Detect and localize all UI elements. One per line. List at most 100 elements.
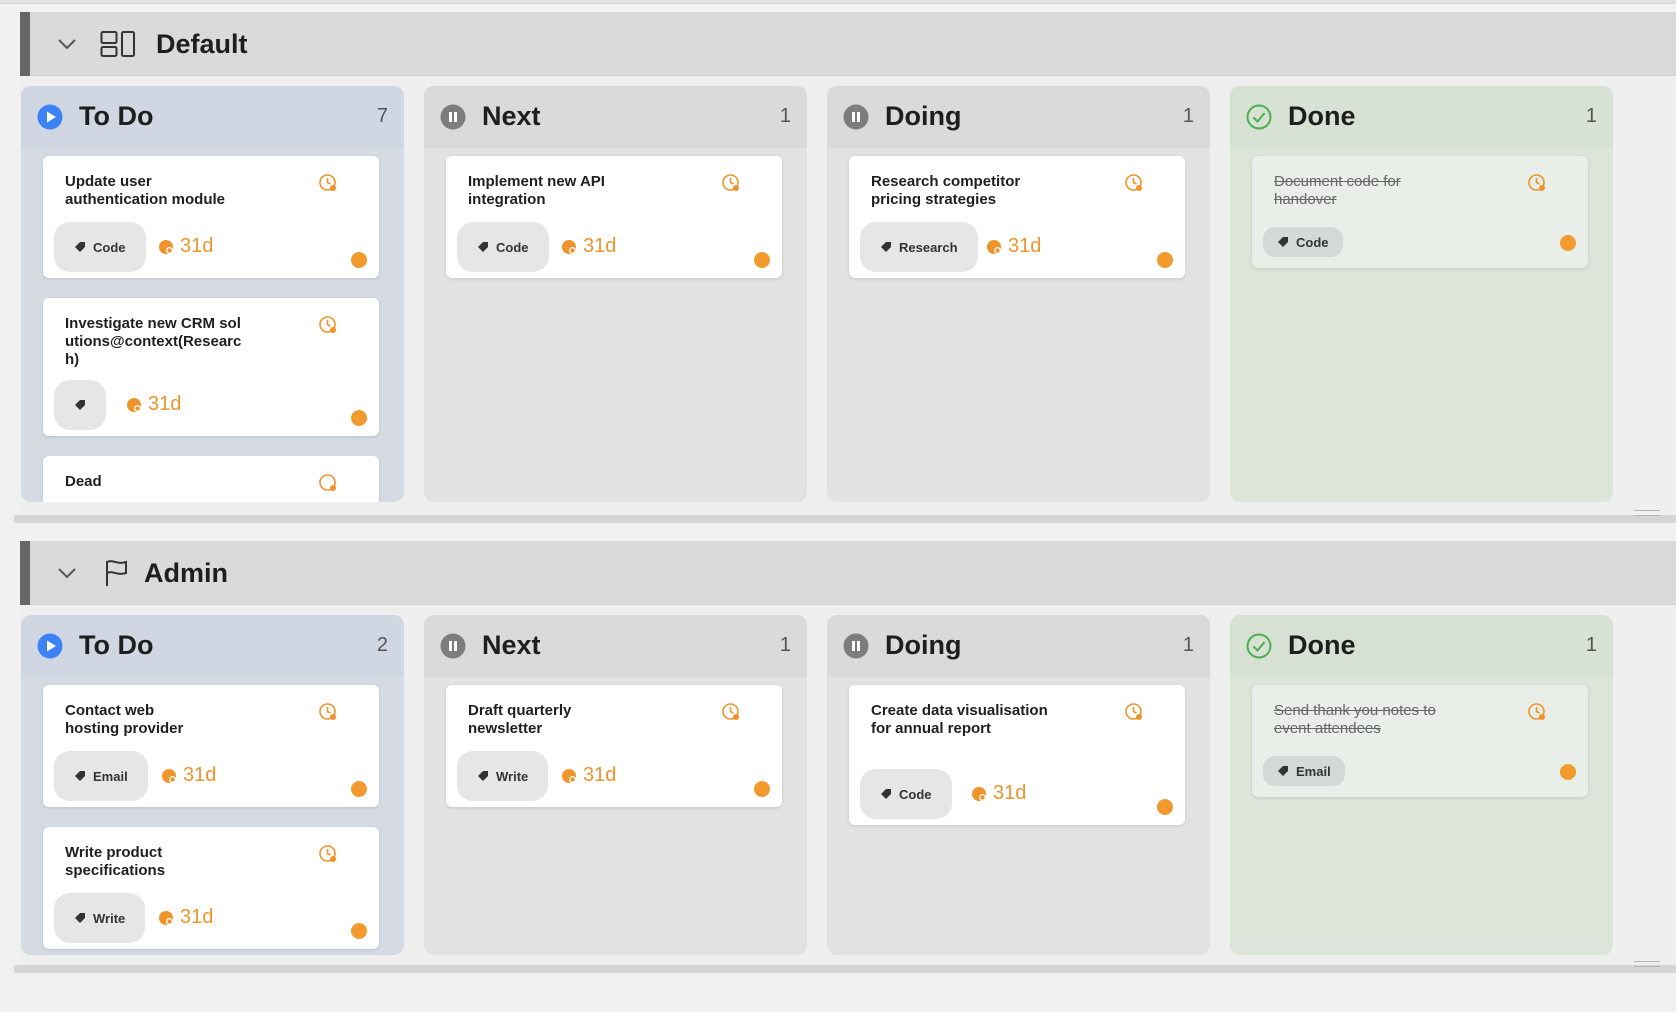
task-card[interactable]: Write product specifications Write 31d xyxy=(43,827,379,949)
tag-chip[interactable]: Email xyxy=(1263,756,1345,786)
tag-chip[interactable]: Code xyxy=(860,769,952,819)
tag-chip[interactable]: Email xyxy=(54,751,148,801)
group-board: To Do 2 Contact web hosting provider Ema… xyxy=(20,605,1676,965)
task-card[interactable]: Implement new API integration Code 31d xyxy=(446,156,782,278)
column-title: Next xyxy=(482,101,541,131)
column-header[interactable]: Doing 1 xyxy=(827,615,1210,677)
tag-label: Write xyxy=(93,910,126,926)
card-title: Update user authentication module xyxy=(65,173,226,208)
due-indicator: 31d xyxy=(161,764,216,787)
column-next: Next 1 Draft quarterly newsletter Write xyxy=(424,615,807,955)
tag-chip[interactable]: Research xyxy=(860,222,978,272)
clock-icon[interactable] xyxy=(721,702,741,722)
card-title: Dead xyxy=(65,473,102,490)
clock-icon[interactable] xyxy=(1124,173,1144,193)
task-card[interactable]: Research competitor pricing strategies R… xyxy=(849,156,1185,278)
clock-icon[interactable] xyxy=(318,702,338,722)
group-header[interactable]: Admin xyxy=(20,541,1676,605)
task-card[interactable]: Dead xyxy=(43,456,379,502)
priority-dot xyxy=(351,781,367,797)
due-indicator: 31d xyxy=(971,782,1026,805)
priority-dot xyxy=(754,781,770,797)
clock-icon[interactable] xyxy=(318,173,338,193)
column-done: Done 1 Document code for handover Code xyxy=(1230,86,1613,502)
priority-dot xyxy=(351,252,367,268)
due-clock-icon xyxy=(159,239,173,254)
group-title: Admin xyxy=(144,558,228,588)
column-todo: To Do 2 Contact web hosting provider Ema… xyxy=(21,615,404,955)
column-count: 1 xyxy=(1585,634,1597,656)
pause-icon xyxy=(843,633,869,659)
card-title: Write product specifications xyxy=(65,844,166,879)
chevron-down-icon[interactable] xyxy=(56,33,78,55)
horizontal-scrollbar[interactable] xyxy=(14,515,1676,523)
due-label: 31d xyxy=(180,906,214,928)
resize-grip[interactable] xyxy=(1634,510,1660,516)
card-title: Document code for handover xyxy=(1274,173,1401,208)
clock-icon[interactable] xyxy=(318,315,338,335)
task-card[interactable]: Send thank you notes to event attendees … xyxy=(1252,685,1588,797)
due-clock-icon xyxy=(162,768,176,783)
board-layout-icon xyxy=(100,31,135,57)
column-title: Done xyxy=(1288,101,1356,131)
card-list: Draft quarterly newsletter Write 31d xyxy=(446,685,782,827)
task-card[interactable]: Update user authentication module Code 3… xyxy=(43,156,379,278)
clock-icon[interactable] xyxy=(1527,702,1547,722)
tag-chip[interactable]: Code xyxy=(54,222,146,272)
column-next: Next 1 Implement new API integration Cod… xyxy=(424,86,807,502)
tag-chip[interactable]: Code xyxy=(457,222,549,272)
tag-label: Code xyxy=(93,239,126,255)
priority-dot xyxy=(1560,235,1576,251)
column-header[interactable]: Done 1 xyxy=(1230,86,1613,148)
group-accent-bar xyxy=(20,541,30,605)
priority-dot xyxy=(1560,764,1576,780)
task-card[interactable]: Investigate new CRM solutions@context(Re… xyxy=(43,298,379,436)
tag-label: Email xyxy=(93,768,128,784)
clock-icon[interactable] xyxy=(1527,173,1547,193)
tag-label: Code xyxy=(899,786,932,802)
clock-icon[interactable] xyxy=(1124,702,1144,722)
group-header[interactable]: Default xyxy=(20,12,1676,76)
clock-icon[interactable] xyxy=(318,844,338,864)
column-count: 1 xyxy=(779,105,791,127)
clock-icon[interactable] xyxy=(721,173,741,193)
check-circle-icon xyxy=(1246,104,1272,130)
task-card[interactable]: Contact web hosting provider Email 31d xyxy=(43,685,379,807)
tag-icon xyxy=(478,771,488,781)
flag-icon xyxy=(106,560,127,586)
resize-grip[interactable] xyxy=(1634,961,1660,967)
column-header[interactable]: Doing 1 xyxy=(827,86,1210,148)
chevron-down-icon[interactable] xyxy=(56,562,78,584)
clock-icon[interactable] xyxy=(318,473,338,493)
task-card[interactable]: Draft quarterly newsletter Write 31d xyxy=(446,685,782,807)
horizontal-scrollbar[interactable] xyxy=(14,965,1676,973)
tag-chip[interactable] xyxy=(54,380,106,430)
group-board: To Do 7 Update user authentication modul… xyxy=(20,76,1676,512)
column-count: 1 xyxy=(1182,634,1194,656)
column-header[interactable]: Next 1 xyxy=(424,615,807,677)
column-header[interactable]: To Do 7 xyxy=(21,86,404,148)
column-title: Doing xyxy=(885,630,962,660)
task-card[interactable]: Document code for handover Code xyxy=(1252,156,1588,268)
due-clock-icon xyxy=(127,397,141,412)
column-header[interactable]: To Do 2 xyxy=(21,615,404,677)
column-count: 1 xyxy=(1182,105,1194,127)
tag-chip[interactable]: Write xyxy=(54,893,146,943)
column-title: Next xyxy=(482,630,541,660)
column-header[interactable]: Next 1 xyxy=(424,86,807,148)
column-doing: Doing 1 Research competitor pricing stra… xyxy=(827,86,1210,502)
due-indicator: 31d xyxy=(561,235,616,258)
column-title: To Do xyxy=(79,101,154,131)
due-indicator: 31d xyxy=(158,235,213,258)
group-admin: Admin To Do 2 Contact web hosting provid… xyxy=(14,541,1676,973)
column-header[interactable]: Done 1 xyxy=(1230,615,1613,677)
card-title: Send thank you notes to event attendees xyxy=(1274,702,1436,737)
tag-label: Write xyxy=(496,768,529,784)
tag-chip[interactable]: Code xyxy=(1263,227,1343,257)
task-card[interactable]: Create data visualisation for annual rep… xyxy=(849,685,1185,825)
tag-chip[interactable]: Write xyxy=(457,751,549,801)
card-list: Research competitor pricing strategies R… xyxy=(849,156,1185,298)
tag-icon xyxy=(75,913,85,923)
column-count: 2 xyxy=(376,634,388,656)
due-indicator: 31d xyxy=(561,764,616,787)
